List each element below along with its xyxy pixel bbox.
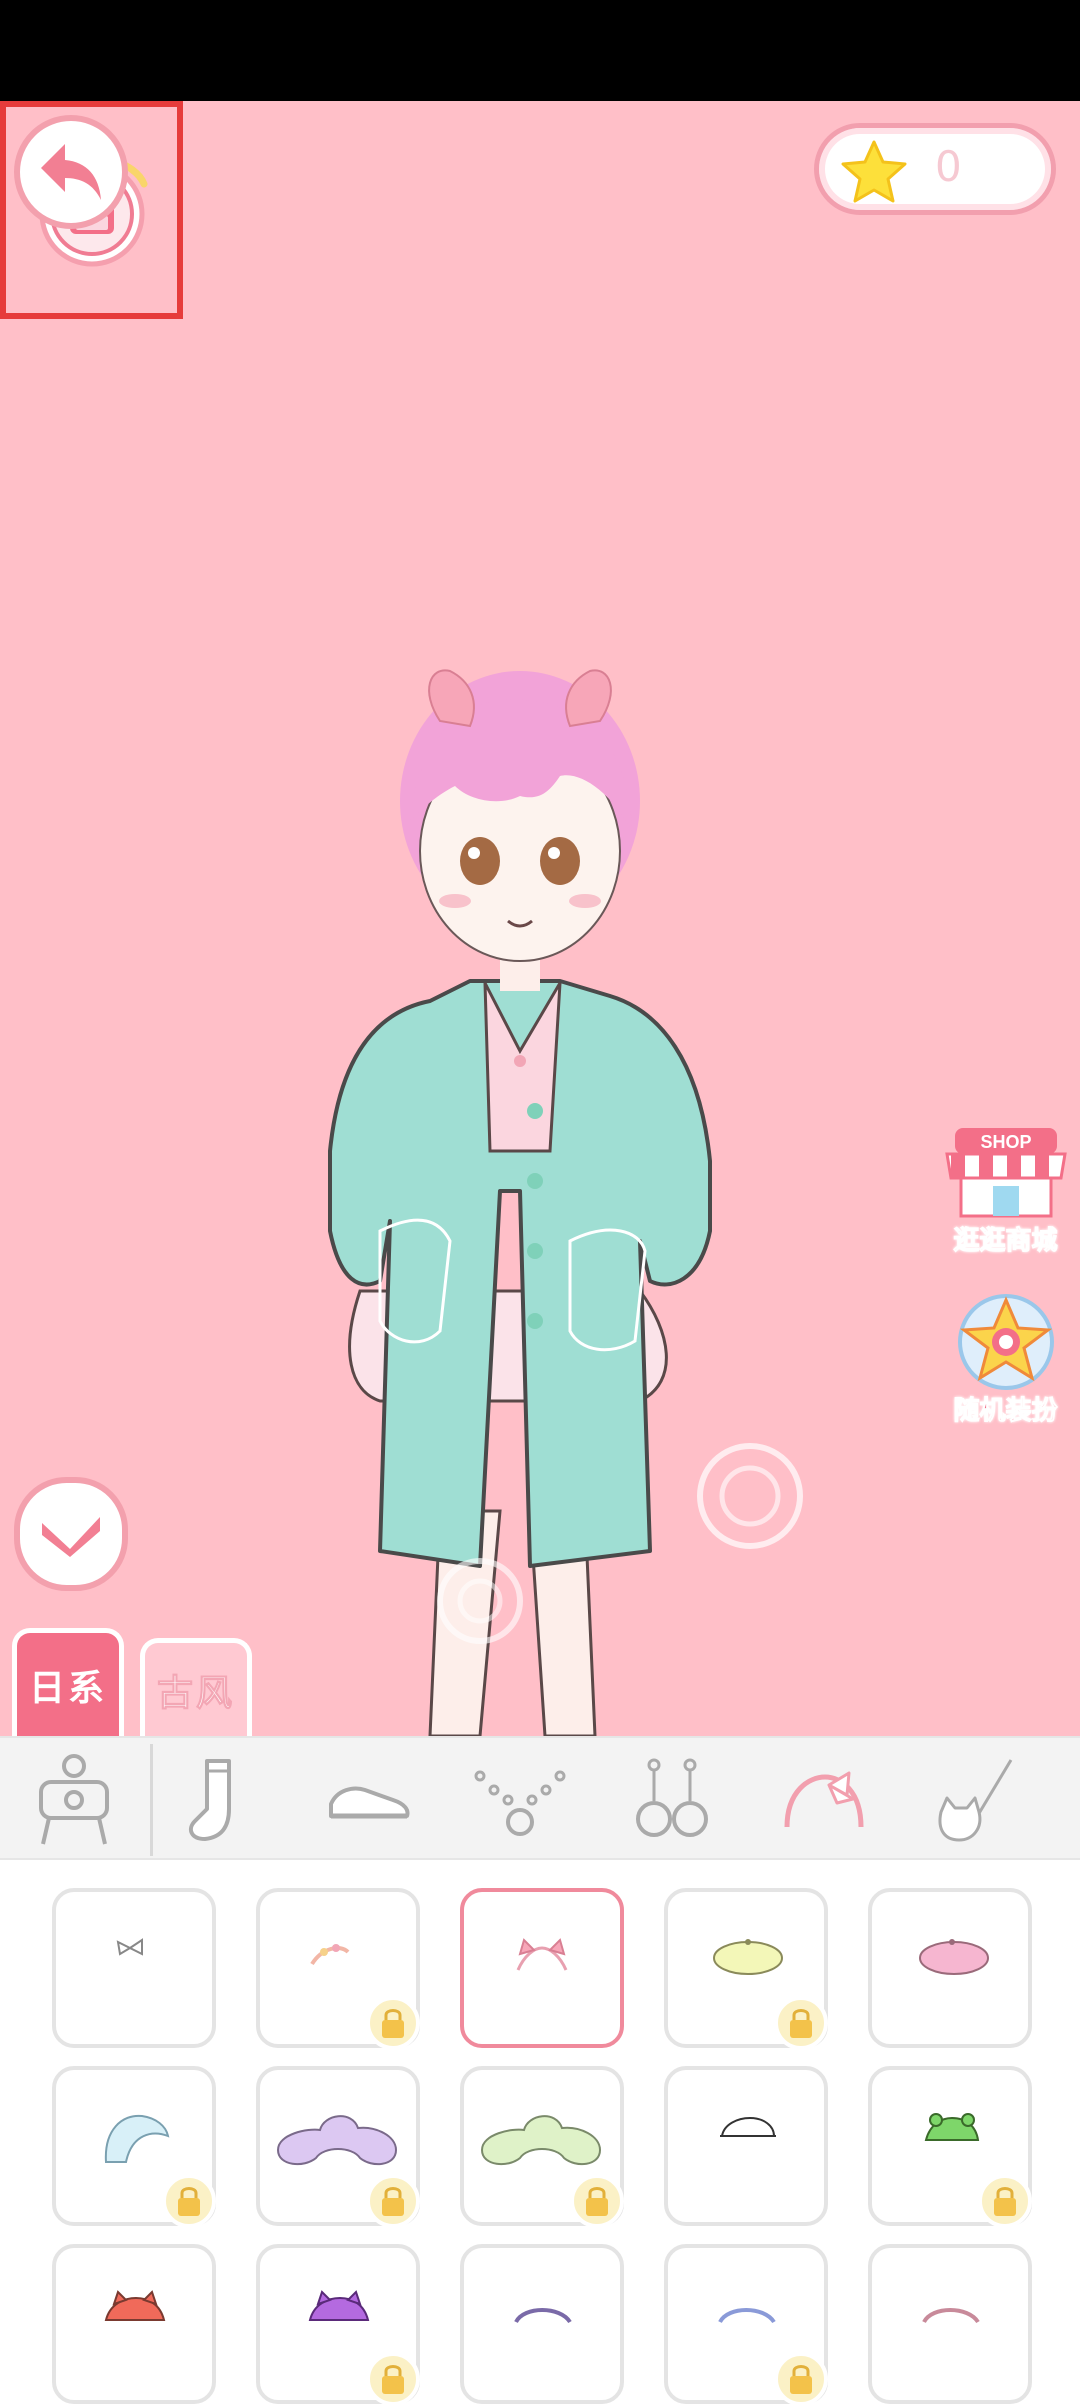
item-cell[interactable] [52, 1888, 216, 2048]
shoe-icon [329, 1786, 410, 1819]
cat-wand-icon [938, 1759, 1013, 1842]
category-socks[interactable] [168, 1750, 268, 1850]
coin-count: 0 [935, 142, 962, 191]
item-cell[interactable] [460, 2244, 624, 2404]
item-cell[interactable] [664, 1888, 828, 2050]
random-outfit-button[interactable]: 随机装扮 [938, 1290, 1073, 1440]
sparkle-effect [697, 1443, 803, 1549]
category-bar [0, 1736, 1080, 1860]
back-button[interactable] [14, 115, 128, 229]
lock-icon [774, 1996, 828, 2050]
items-panel [0, 1860, 1080, 2408]
white-cap-icon [720, 2116, 776, 2137]
lock-icon [366, 2174, 420, 2228]
lock-icon [978, 2174, 1032, 2228]
bow-pin-icon [116, 1938, 143, 1956]
random-outfit-label: 随机装扮 [953, 1396, 1058, 1427]
item-cell-selected[interactable] [460, 1888, 624, 2048]
character-avatar[interactable] [320, 591, 760, 1736]
shop-button[interactable]: SHOP 逛逛商城 [938, 1120, 1073, 1270]
sock-icon [188, 1759, 231, 1841]
shop-label: 逛逛商城 [953, 1226, 1058, 1257]
lock-icon [570, 2174, 624, 2228]
lock-icon [774, 2352, 828, 2406]
back-arrow-icon [41, 144, 101, 200]
category-earrings[interactable] [622, 1750, 722, 1850]
coin-balance: 0 [814, 123, 1056, 215]
item-cell[interactable] [52, 2066, 216, 2228]
confirm-button[interactable] [14, 1477, 128, 1591]
category-necklace[interactable] [470, 1750, 570, 1850]
lock-icon [366, 2352, 420, 2406]
necklace-icon [474, 1770, 566, 1836]
photo-stand-icon [39, 1754, 109, 1845]
sparkle-effect [437, 1558, 523, 1644]
category-handheld[interactable] [926, 1750, 1026, 1850]
item-cell[interactable] [868, 2244, 1032, 2404]
item-cell[interactable] [868, 2066, 1032, 2228]
tab-ancient-style[interactable]: 古风 [140, 1638, 252, 1736]
item-cell[interactable] [868, 1888, 1032, 2048]
lock-icon [366, 1996, 420, 2050]
pink-thin-band-icon [922, 2308, 980, 2324]
lock-icon [162, 2174, 216, 2228]
purple-thin-band-icon [514, 2308, 572, 2324]
item-cell[interactable] [256, 1888, 420, 2050]
shop-icon: SHOP [944, 1128, 1067, 1218]
item-cell[interactable] [52, 2244, 216, 2404]
category-divider [150, 1744, 153, 1856]
dressup-stage: 0 SHOP 逛逛商城 随机装扮 日系 古风 [0, 101, 1080, 1736]
pink-ears-headband-icon [516, 1938, 568, 1971]
item-cell[interactable] [664, 2244, 828, 2406]
pink-beret-icon [919, 1939, 989, 1975]
item-cell[interactable] [664, 2066, 828, 2226]
item-cell[interactable] [460, 2066, 624, 2228]
checkmark-icon [42, 1517, 100, 1557]
star-icon [841, 140, 907, 203]
earring-icon [636, 1758, 708, 1837]
category-headwear[interactable] [774, 1750, 874, 1850]
status-bar [0, 0, 1080, 101]
category-photo-stand[interactable] [24, 1750, 124, 1850]
item-cell[interactable] [256, 2066, 420, 2228]
red-cat-ears-icon [104, 2290, 166, 2321]
tab-japanese-style[interactable]: 日系 [12, 1628, 124, 1736]
headband-icon [784, 1771, 864, 1828]
random-star-icon [957, 1294, 1054, 1390]
item-cell[interactable] [256, 2244, 420, 2406]
shop-sign: SHOP [980, 1132, 1031, 1152]
category-shoes[interactable] [318, 1750, 418, 1850]
